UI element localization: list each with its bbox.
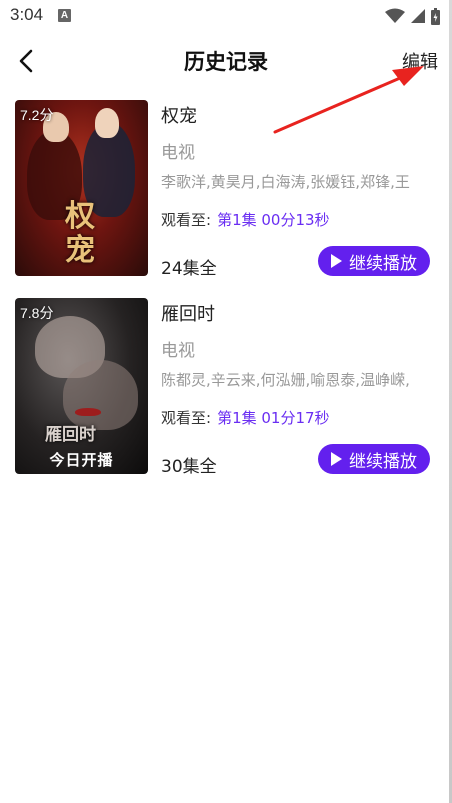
episode-count: 30集全 xyxy=(161,457,217,477)
battery-icon xyxy=(431,7,440,25)
status-bar: 3:04 A xyxy=(0,0,452,32)
item-title[interactable]: 雁回时 xyxy=(161,300,215,326)
item-cast: 李歌洋,黄昊月,白海涛,张媛钰,郑锋,王 xyxy=(161,173,410,191)
poster-red-accent xyxy=(75,408,101,416)
progress-label: 观看至: xyxy=(161,409,212,427)
top-app-bar: 历史记录 编辑 xyxy=(0,36,452,84)
progress-label: 观看至: xyxy=(161,211,212,229)
watch-progress: 观看至: 第1集 01分17秒 xyxy=(161,407,330,428)
history-list: 权宠 7.2分 权宠 电视 李歌洋,黄昊月,白海涛,张媛钰,郑锋,王 观看至: 第… xyxy=(0,98,452,494)
poster-image[interactable]: 雁回时 今日开播 7.8分 xyxy=(15,298,148,474)
history-item[interactable]: 权宠 7.2分 权宠 电视 李歌洋,黄昊月,白海涛,张媛钰,郑锋,王 观看至: 第… xyxy=(0,98,452,296)
item-type: 电视 xyxy=(161,341,195,361)
notification-icon: A xyxy=(58,9,71,22)
poster-title-art: 权宠 xyxy=(65,199,95,268)
rating-badge: 7.8分 xyxy=(20,305,54,321)
status-icons xyxy=(385,6,440,26)
signal-icon xyxy=(411,9,425,23)
page-title: 历史记录 xyxy=(184,50,268,74)
watch-progress: 观看至: 第1集 00分13秒 xyxy=(161,209,330,230)
edit-button[interactable]: 编辑 xyxy=(402,48,438,74)
status-time: 3:04 xyxy=(10,5,44,24)
episode-count: 24集全 xyxy=(161,259,217,279)
play-icon xyxy=(331,452,342,466)
item-type: 电视 xyxy=(161,143,195,163)
poster-face-right xyxy=(95,108,119,138)
history-item[interactable]: 雁回时 今日开播 7.8分 雁回时 电视 陈都灵,辛云来,何泓姗,喻恩泰,温峥嵘… xyxy=(0,296,452,494)
item-title[interactable]: 权宠 xyxy=(161,102,197,128)
continue-play-button[interactable]: 继续播放 xyxy=(318,444,430,474)
progress-episode: 第1集 01分17秒 xyxy=(217,409,330,427)
progress-episode: 第1集 00分13秒 xyxy=(217,211,330,229)
wifi-icon xyxy=(385,8,405,23)
poster-image[interactable]: 权宠 7.2分 xyxy=(15,100,148,276)
poster-title-art: 雁回时 xyxy=(45,425,96,445)
rating-badge: 7.2分 xyxy=(20,107,54,123)
play-icon xyxy=(331,254,342,268)
poster-banner: 今日开播 xyxy=(49,451,114,469)
continue-play-button[interactable]: 继续播放 xyxy=(318,246,430,276)
item-cast: 陈都灵,辛云来,何泓姗,喻恩泰,温峥嵘, xyxy=(161,371,410,389)
continue-play-label: 继续播放 xyxy=(349,451,417,472)
continue-play-label: 继续播放 xyxy=(349,253,417,274)
